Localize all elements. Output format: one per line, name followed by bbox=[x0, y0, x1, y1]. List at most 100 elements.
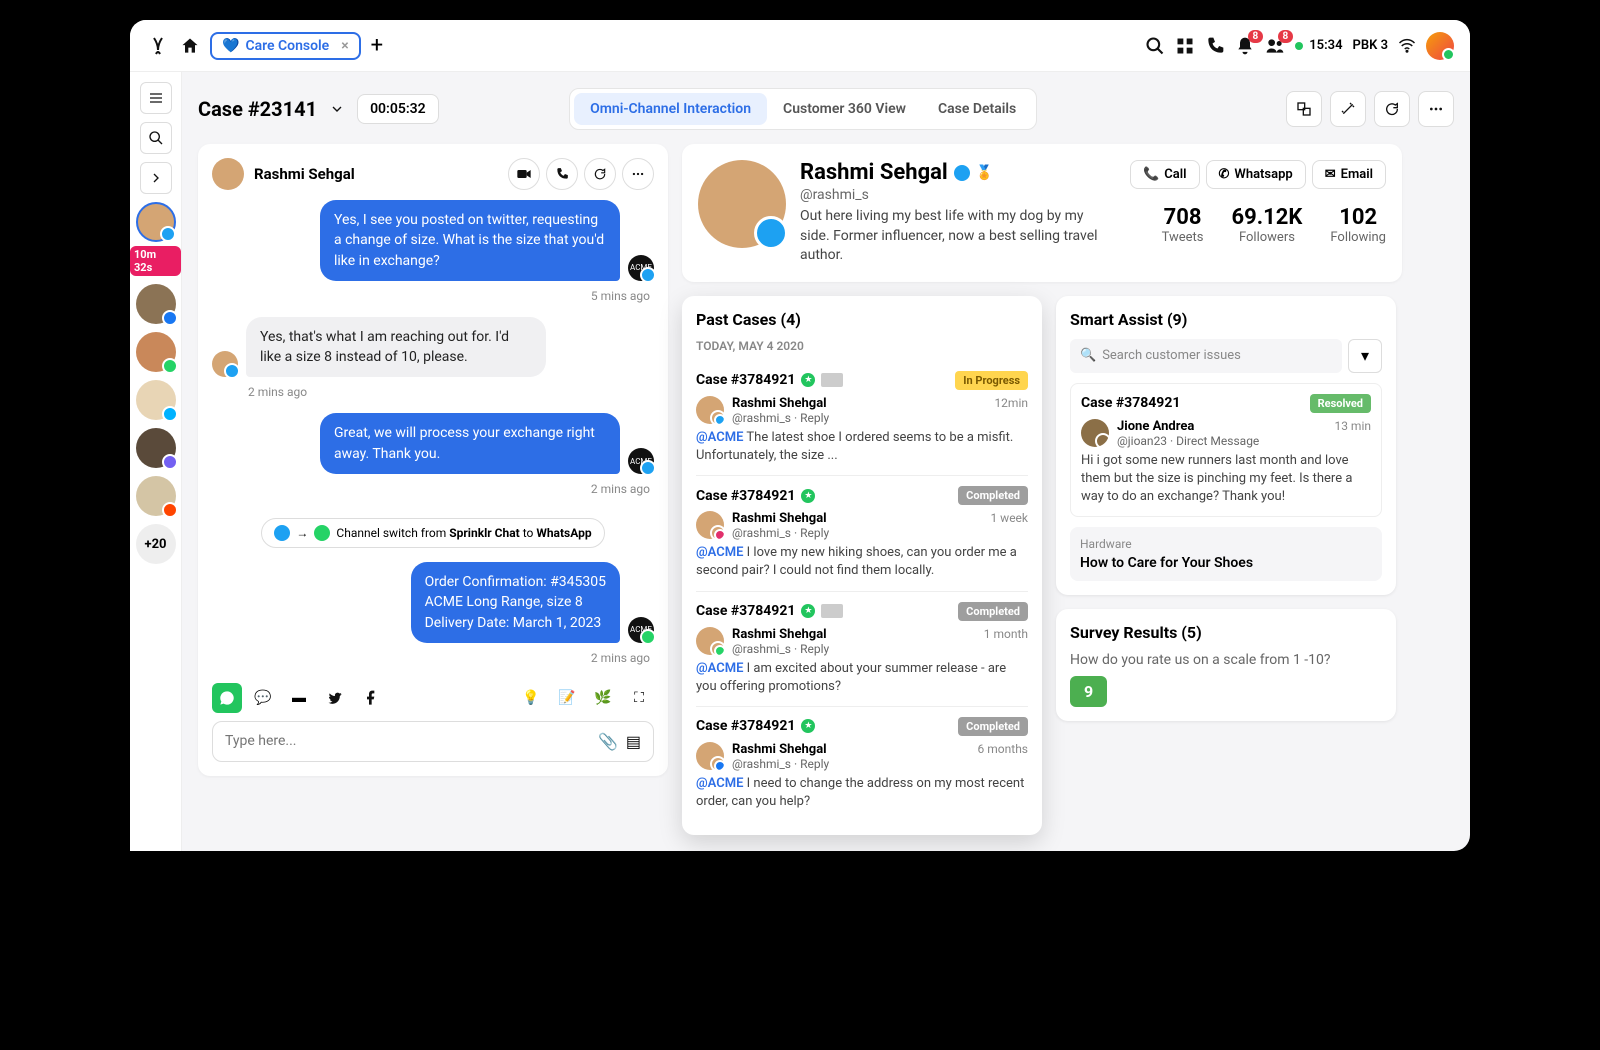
knowledge-card[interactable]: Hardware How to Care for Your Shoes bbox=[1070, 527, 1382, 581]
case-id: Case #3784921 bbox=[696, 488, 795, 504]
chat-icon[interactable]: 💬 bbox=[248, 683, 278, 713]
viber-icon bbox=[162, 454, 178, 470]
case-author: Jione Andrea bbox=[1117, 419, 1194, 434]
survey-question: How do you rate us on a scale from 1 -10… bbox=[1070, 652, 1382, 668]
user-avatar[interactable] bbox=[1426, 32, 1454, 60]
profile-avatar bbox=[698, 160, 786, 248]
lightbulb-icon[interactable]: 💡 bbox=[516, 683, 546, 713]
topbar: 💙 Care Console × + 15:34 PBK 3 bbox=[130, 20, 1470, 72]
past-cases-list: Case #3784921 ★ In Progress .ci-av[style*=… bbox=[696, 361, 1028, 822]
attachment-icon[interactable]: 📎 bbox=[598, 732, 618, 751]
profile-name: Rashmi Sehgal 🏅 bbox=[800, 160, 1116, 185]
star-icon: ★ bbox=[801, 373, 815, 387]
expand-icon[interactable]: ⛶ bbox=[624, 683, 654, 713]
case-avatar: .ci-av[style*='fb']::after{background:va… bbox=[696, 742, 724, 770]
tab-omni[interactable]: Omni-Channel Interaction bbox=[574, 93, 767, 125]
message-icon[interactable]: ▬ bbox=[284, 683, 314, 713]
app-window: 💙 Care Console × + 15:34 PBK 3 10m 32s bbox=[130, 20, 1470, 851]
bell-icon[interactable] bbox=[1235, 36, 1255, 56]
case-text: @ACME I need to change the address on my… bbox=[696, 775, 1028, 811]
search-input[interactable]: 🔍 Search customer issues bbox=[1070, 339, 1342, 373]
video-icon[interactable] bbox=[508, 158, 540, 190]
case-time: 12min bbox=[994, 396, 1028, 411]
note-icon[interactable]: 📝 bbox=[552, 683, 582, 713]
refresh-icon[interactable] bbox=[1374, 91, 1410, 127]
lower-columns: Past Cases (4) TODAY, MAY 4 2020 Case #3… bbox=[682, 296, 1454, 836]
chat-footer: 💬 ▬ 💡 📝 🌿 ⛶ 📎 bbox=[212, 683, 654, 762]
call-button[interactable]: 📞Call bbox=[1130, 160, 1199, 189]
conversation-avatar[interactable] bbox=[136, 284, 176, 324]
add-tab-button[interactable]: + bbox=[371, 33, 383, 58]
online-dot-icon bbox=[1295, 42, 1303, 50]
conversation-avatar-active[interactable] bbox=[136, 202, 176, 242]
refresh-icon[interactable] bbox=[584, 158, 616, 190]
message-text: Yes, that's what I am reaching out for. … bbox=[246, 317, 546, 378]
network-label: PBK 3 bbox=[1353, 38, 1389, 53]
workspace-tab[interactable]: 💙 Care Console × bbox=[210, 32, 361, 60]
menu-icon[interactable] bbox=[140, 82, 172, 114]
email-button[interactable]: ✉Email bbox=[1312, 160, 1386, 189]
search-icon[interactable] bbox=[140, 122, 172, 154]
status-badge: Resolved bbox=[1310, 394, 1371, 413]
conversation-avatar[interactable] bbox=[136, 380, 176, 420]
chat-panel: Rashmi Sehgal Yes, I see you posted on t… bbox=[198, 144, 668, 776]
sprinklr-icon[interactable]: 🌿 bbox=[588, 683, 618, 713]
case-avatar: .ci-av[style*='tw']::after{background:va… bbox=[696, 396, 724, 424]
heart-icon: 💙 bbox=[222, 38, 239, 54]
main: 10m 32s +20 Case #23141 00:05:32 Omni-Ch… bbox=[130, 72, 1470, 851]
home-icon[interactable] bbox=[180, 36, 200, 56]
people-icon[interactable] bbox=[1265, 36, 1285, 56]
phone-icon[interactable] bbox=[546, 158, 578, 190]
switch-text: Channel switch from Sprinklr Chat to Wha… bbox=[336, 526, 591, 540]
search-icon[interactable] bbox=[1145, 36, 1165, 56]
agent-avatar: ACME bbox=[628, 617, 654, 643]
status-badge: In Progress bbox=[955, 371, 1028, 390]
filter-icon[interactable]: ▾ bbox=[1348, 339, 1382, 373]
survey-panel: Survey Results (5) How do you rate us on… bbox=[1056, 609, 1396, 721]
case-avatar: .ci-av[style*='wa']::after{background:va… bbox=[696, 627, 724, 655]
whatsapp-button[interactable]: ✆Whatsapp bbox=[1206, 160, 1306, 189]
magic-wand-icon[interactable] bbox=[1330, 91, 1366, 127]
template-icon[interactable]: ▤ bbox=[626, 732, 641, 751]
case-time: 1 week bbox=[990, 511, 1028, 526]
message-timestamp: 2 mins ago bbox=[216, 482, 650, 496]
conversation-avatar[interactable] bbox=[136, 332, 176, 372]
facebook-icon[interactable] bbox=[356, 683, 386, 713]
assist-case-card[interactable]: Case #3784921 Resolved Jione Andrea13 mi… bbox=[1070, 383, 1382, 518]
survey-score: 9 bbox=[1070, 676, 1107, 707]
past-case-item[interactable]: Case #3784921★Completed .ci-av[style*='m… bbox=[696, 475, 1028, 590]
twitter-icon[interactable] bbox=[320, 683, 350, 713]
case-time: 6 months bbox=[978, 742, 1028, 757]
chevron-right-icon[interactable] bbox=[140, 162, 172, 194]
whatsapp-icon[interactable] bbox=[212, 683, 242, 713]
popout-icon[interactable] bbox=[1286, 91, 1322, 127]
more-icon[interactable] bbox=[1418, 91, 1454, 127]
message-out: Great, we will process your exchange rig… bbox=[212, 413, 654, 474]
status-badge: Completed bbox=[958, 717, 1028, 736]
past-cases-panel: Past Cases (4) TODAY, MAY 4 2020 Case #3… bbox=[682, 296, 1042, 836]
more-icon[interactable] bbox=[622, 158, 654, 190]
chevron-down-icon[interactable] bbox=[329, 101, 345, 117]
content-area: Case #23141 00:05:32 Omni-Channel Intera… bbox=[182, 72, 1470, 851]
conversation-avatar[interactable] bbox=[136, 428, 176, 468]
past-case-item[interactable]: Case #3784921★In Progress .ci-av[style*=… bbox=[696, 361, 1028, 475]
channel-icons: 💬 ▬ 💡 📝 🌿 ⛶ bbox=[212, 683, 654, 713]
past-case-item[interactable]: Case #3784921★Completed .ci-av[style*='f… bbox=[696, 706, 1028, 821]
profile-bio: Out here living my best life with my dog… bbox=[800, 207, 1116, 266]
past-case-item[interactable]: Case #3784921★Completed .ci-av[style*='w… bbox=[696, 591, 1028, 706]
more-conversations[interactable]: +20 bbox=[136, 524, 176, 564]
conversation-avatar[interactable] bbox=[136, 476, 176, 516]
close-icon[interactable]: × bbox=[341, 38, 348, 54]
tab-case-details[interactable]: Case Details bbox=[922, 93, 1032, 125]
case-text: @ACME The latest shoe I ordered seems to… bbox=[696, 429, 1028, 465]
contact-buttons: 📞Call ✆Whatsapp ✉Email bbox=[1130, 160, 1386, 189]
case-id: Case #3784921 bbox=[696, 718, 795, 734]
message-input[interactable] bbox=[225, 733, 590, 749]
tab-customer-360[interactable]: Customer 360 View bbox=[767, 93, 922, 125]
message-out: Yes, I see you posted on twitter, reques… bbox=[212, 200, 654, 281]
column-layout: Rashmi Sehgal Yes, I see you posted on t… bbox=[198, 144, 1454, 835]
header-actions bbox=[1286, 91, 1454, 127]
panel-title: Smart Assist (9) bbox=[1070, 310, 1382, 329]
apps-icon[interactable] bbox=[1175, 36, 1195, 56]
phone-icon[interactable] bbox=[1205, 36, 1225, 56]
